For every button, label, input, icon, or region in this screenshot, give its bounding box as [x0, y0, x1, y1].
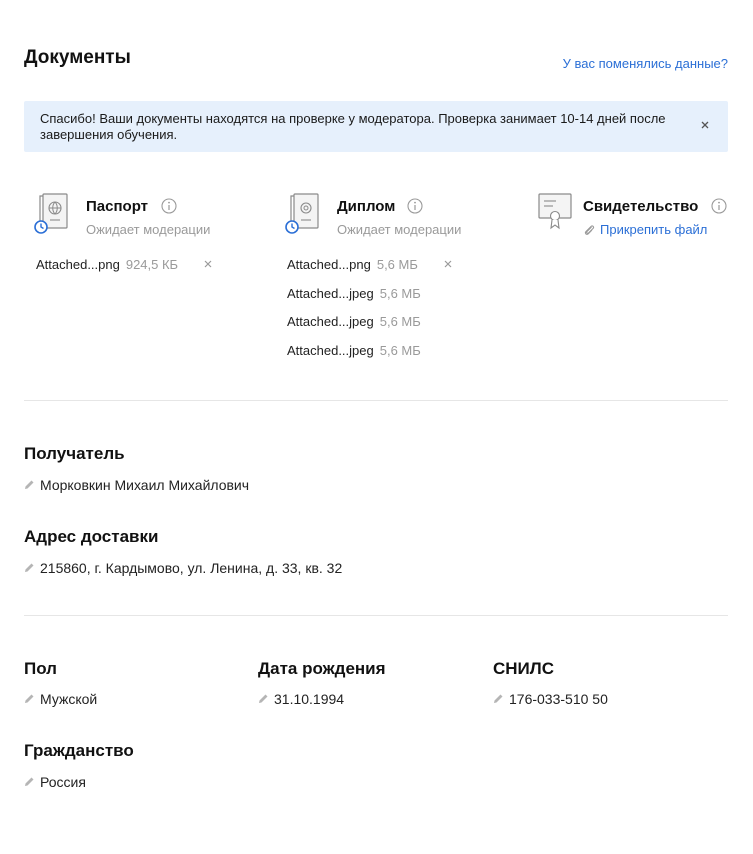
close-icon[interactable]: [698, 118, 712, 132]
divider: [24, 615, 728, 616]
file-item: Attached...jpeg 5,6 МБ: [287, 343, 421, 361]
birthdate-value: 31.10.1994: [274, 691, 345, 707]
document-certificate: Свидетельство Прикрепить файл: [535, 190, 745, 250]
notice-text: Спасибо! Ваши документы находятся на про…: [40, 111, 666, 142]
gender-title: Пол: [24, 659, 57, 678]
citizenship-title: Гражданство: [24, 741, 134, 760]
paperclip-icon: [584, 225, 595, 235]
divider: [24, 400, 728, 401]
passport-title: Паспорт: [86, 198, 148, 215]
address-title: Адрес доставки: [24, 527, 159, 546]
file-item: Attached...jpeg 5,6 МБ: [287, 286, 421, 304]
file-item: Attached...png 924,5 КБ: [36, 257, 178, 275]
pencil-icon[interactable]: [24, 562, 35, 573]
pencil-icon[interactable]: [24, 776, 35, 787]
file-name[interactable]: Attached...png: [36, 257, 120, 272]
file-name[interactable]: Attached...png: [287, 257, 371, 272]
file-item: Attached...png 5,6 МБ: [287, 257, 418, 275]
pencil-icon[interactable]: [24, 479, 35, 490]
address-value: 215860, г. Кардымово, ул. Ленина, д. 33,…: [40, 560, 343, 576]
citizenship-value: Россия: [40, 774, 86, 790]
diploma-icon: [285, 193, 319, 234]
file-name[interactable]: Attached...jpeg: [287, 343, 374, 358]
remove-file-icon[interactable]: [203, 259, 213, 269]
recipient-value: Морковкин Михаил Михайлович: [40, 477, 250, 493]
passport-status: Ожидает модерации: [86, 222, 211, 237]
recipient-title: Получатель: [24, 444, 125, 463]
snils-value: 176-033-510 50: [509, 691, 608, 707]
documents-title: Документы: [24, 47, 131, 68]
file-size: 924,5 КБ: [125, 257, 179, 272]
data-changed-link[interactable]: У вас поменялись данные?: [563, 56, 728, 71]
birthdate-title: Дата рождения: [258, 659, 386, 678]
diploma-title: Диплом: [337, 198, 396, 215]
file-name[interactable]: Attached...jpeg: [287, 314, 374, 329]
certificate-title: Свидетельство: [583, 198, 699, 215]
file-size: 5,6 МБ: [379, 314, 421, 329]
file-name[interactable]: Attached...jpeg: [287, 286, 374, 301]
info-icon[interactable]: [161, 198, 177, 214]
certificate-icon: [538, 193, 572, 230]
document-passport: Паспорт Ожидает модерации: [32, 190, 252, 250]
file-size: 5,6 МБ: [379, 343, 421, 358]
pencil-icon[interactable]: [24, 693, 35, 704]
pencil-icon[interactable]: [258, 693, 269, 704]
document-diploma: Диплом Ожидает модерации: [283, 190, 503, 250]
info-icon[interactable]: [711, 198, 727, 214]
snils-title: СНИЛС: [493, 659, 554, 678]
attach-file-link[interactable]: Прикрепить файл: [600, 222, 707, 237]
gender-value: Мужской: [40, 691, 98, 707]
remove-file-icon[interactable]: [443, 259, 453, 269]
file-size: 5,6 МБ: [379, 286, 421, 301]
pencil-icon[interactable]: [493, 693, 504, 704]
passport-icon: [34, 193, 68, 234]
diploma-status: Ожидает модерации: [337, 222, 462, 237]
moderation-notice: Спасибо! Ваши документы находятся на про…: [24, 101, 728, 152]
file-item: Attached...jpeg 5,6 МБ: [287, 314, 421, 332]
file-size: 5,6 МБ: [376, 257, 418, 272]
info-icon[interactable]: [407, 198, 423, 214]
